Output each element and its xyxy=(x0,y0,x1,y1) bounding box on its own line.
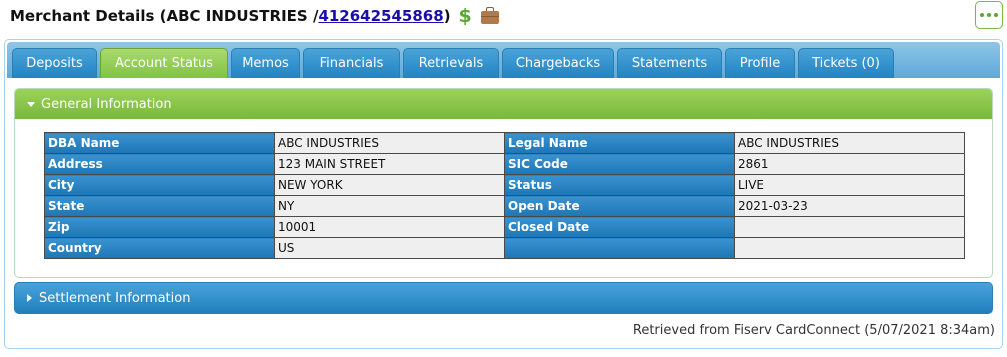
general-information-title: General Information xyxy=(41,96,172,112)
table-row: State NY Open Date 2021-03-23 xyxy=(44,195,965,217)
field-value xyxy=(734,237,965,259)
table-row: Country US xyxy=(44,237,965,259)
general-information-section: General Information DBA Name ABC INDUSTRI… xyxy=(14,88,993,278)
table-row: City NEW YORK Status LIVE xyxy=(44,174,965,196)
tab-tickets[interactable]: Tickets (0) xyxy=(798,48,894,78)
field-label: State xyxy=(44,195,275,217)
tab-memos[interactable]: Memos xyxy=(231,48,300,78)
tab-bar: Deposits Account Status Memos Financials… xyxy=(7,42,1000,78)
field-label xyxy=(504,237,735,259)
field-value: 10001 xyxy=(274,216,505,238)
field-label: Closed Date xyxy=(504,216,735,238)
retrieved-from-note: Retrieved from Fiserv CardConnect (5/07/… xyxy=(632,323,995,338)
general-information-table: DBA Name ABC INDUSTRIES Legal Name ABC INDU… xyxy=(44,132,965,259)
page-title-prefix: Merchant Details (ABC INDUSTRIES / xyxy=(10,7,319,25)
field-value: NY xyxy=(274,195,505,217)
field-value: ABC INDUSTRIES xyxy=(274,132,505,154)
field-label: DBA Name xyxy=(44,132,275,154)
field-label: Zip xyxy=(44,216,275,238)
page-title: Merchant Details (ABC INDUSTRIES / 41264… xyxy=(10,4,499,28)
tab-statements[interactable]: Statements xyxy=(617,48,722,78)
table-row: Zip 10001 Closed Date xyxy=(44,216,965,238)
more-options-button[interactable] xyxy=(975,1,1003,29)
field-value: US xyxy=(274,237,505,259)
settlement-information-title: Settlement Information xyxy=(39,290,191,306)
field-label: Address xyxy=(44,153,275,175)
tab-deposits[interactable]: Deposits xyxy=(12,48,97,78)
caret-right-icon xyxy=(27,294,32,302)
tab-chargebacks[interactable]: Chargebacks xyxy=(502,48,614,78)
field-label: Legal Name xyxy=(504,132,735,154)
tab-profile[interactable]: Profile xyxy=(725,48,795,78)
page-title-suffix: ) xyxy=(443,7,451,25)
field-value: LIVE xyxy=(734,174,965,196)
merchant-id-link[interactable]: 412642545868 xyxy=(318,7,443,25)
briefcase-icon[interactable] xyxy=(480,6,499,24)
tab-retrievals[interactable]: Retrievals xyxy=(403,48,499,78)
field-value: 2021-03-23 xyxy=(734,195,965,217)
dollar-icon[interactable]: $ xyxy=(459,5,472,27)
field-value: ABC INDUSTRIES xyxy=(734,132,965,154)
field-label: SIC Code xyxy=(504,153,735,175)
field-value: NEW YORK xyxy=(274,174,505,196)
general-information-header[interactable]: General Information xyxy=(15,89,992,119)
table-row: DBA Name ABC INDUSTRIES Legal Name ABC INDU… xyxy=(44,132,965,154)
ellipsis-icon xyxy=(980,13,984,17)
field-label: City xyxy=(44,174,275,196)
tab-account-status[interactable]: Account Status xyxy=(100,48,228,78)
field-value: 2861 xyxy=(734,153,965,175)
tab-financials[interactable]: Financials xyxy=(303,48,400,78)
table-row: Address 123 MAIN STREET SIC Code 2861 xyxy=(44,153,965,175)
caret-down-icon xyxy=(27,101,35,107)
field-value: 123 MAIN STREET xyxy=(274,153,505,175)
merchant-panel: Deposits Account Status Memos Financials… xyxy=(4,39,1003,349)
settlement-information-section: Settlement Information xyxy=(14,282,993,314)
field-label: Country xyxy=(44,237,275,259)
field-label: Open Date xyxy=(504,195,735,217)
field-label: Status xyxy=(504,174,735,196)
settlement-information-header[interactable]: Settlement Information xyxy=(15,283,992,313)
field-value xyxy=(734,216,965,238)
